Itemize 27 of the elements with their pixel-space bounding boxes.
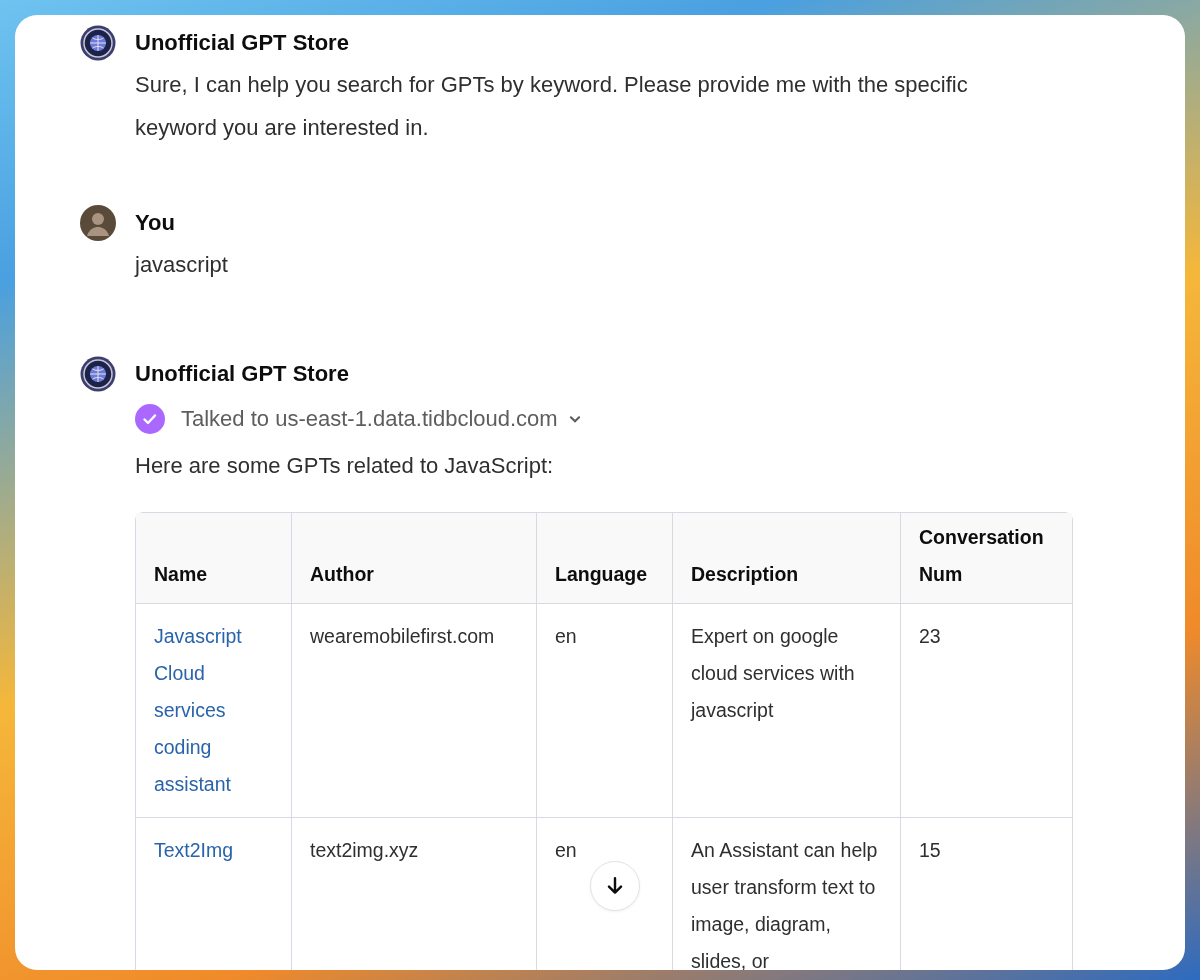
gpt-name-link[interactable]: Javascript Cloud services coding assistant — [154, 618, 273, 803]
globe-badge-avatar-icon — [80, 356, 116, 392]
author-name: Unofficial GPT Store — [135, 29, 350, 57]
table-cell: en — [555, 625, 577, 647]
table-cell: An Assistant can help user transform text to image, diagram, slides, or — [691, 839, 878, 970]
gpt-name-link[interactable]: Text2Img — [154, 832, 273, 869]
column-header: Language — [555, 563, 648, 585]
author-name: You — [135, 209, 176, 237]
user-avatar-icon — [80, 205, 116, 241]
table-cell: text2img.xyz — [310, 839, 419, 861]
scroll-down-button[interactable] — [590, 861, 640, 911]
author-name: Unofficial GPT Store — [135, 360, 350, 388]
table-cell: Expert on google cloud services with javascript — [691, 625, 855, 721]
table-cell: 15 — [919, 839, 941, 861]
column-header: Author — [310, 563, 374, 585]
globe-badge-avatar-icon — [80, 25, 116, 61]
column-header: Conversation Num — [919, 526, 1044, 585]
check-circle-icon — [135, 404, 165, 434]
tool-call-toggle[interactable]: Talked to us-east-1.data.tidbcloud.com — [181, 406, 582, 432]
message-text: Sure, I can help you search for GPTs by keyword. Please provide me with the specific keyword you are interested in. — [135, 71, 969, 142]
message-text: Here are some GPTs related to JavaScript: — [135, 452, 555, 480]
message-text: javascript — [135, 251, 229, 279]
table-cell: 23 — [919, 625, 941, 647]
column-header: Name — [154, 563, 208, 585]
column-header: Description — [691, 563, 799, 585]
table-cell: en — [555, 839, 577, 861]
table-cell: wearemobilefirst.com — [310, 625, 495, 647]
